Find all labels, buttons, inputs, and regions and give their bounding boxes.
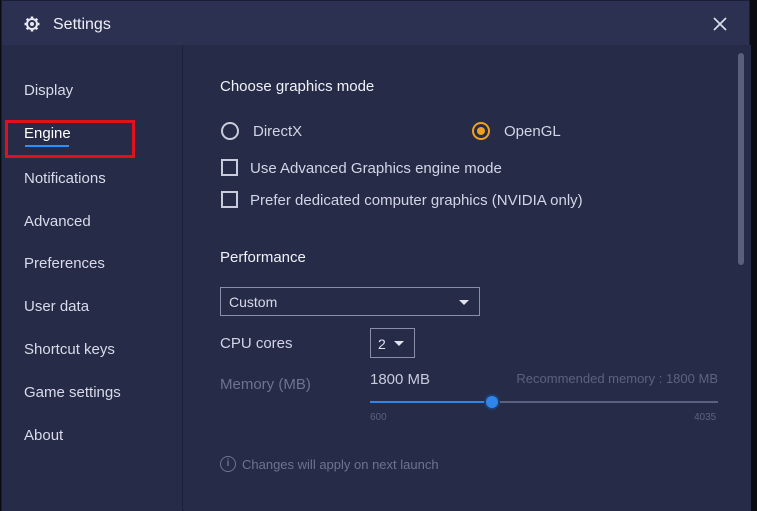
sidebar-item-preferences[interactable]: Preferences — [24, 255, 105, 272]
cpu-cores-value: 2 — [378, 336, 386, 352]
content-scrollbar[interactable] — [738, 53, 744, 265]
highlight-box — [5, 120, 135, 158]
sidebar-item-game-settings[interactable]: Game settings — [24, 384, 121, 401]
title-bar: Settings — [2, 1, 749, 45]
restart-notice: Changes will apply on next launch — [242, 457, 439, 472]
engine-settings-panel: Choose graphics mode DirectX OpenGL Use … — [184, 45, 751, 511]
performance-preset-value: Custom — [229, 294, 278, 310]
dedicated-gpu-label: Prefer dedicated computer graphics (NVID… — [250, 192, 583, 209]
recommended-memory-text: Recommended memory : 1800 MB — [516, 371, 718, 386]
performance-title: Performance — [220, 249, 306, 266]
close-icon[interactable] — [713, 17, 727, 31]
settings-sidebar: Display Engine Notifications Advanced Pr… — [2, 45, 183, 511]
chevron-down-icon — [394, 341, 404, 346]
cpu-cores-label: CPU cores — [220, 335, 293, 352]
sidebar-item-shortcut-keys[interactable]: Shortcut keys — [24, 341, 115, 358]
memory-slider-fill — [370, 401, 492, 403]
advanced-engine-checkbox[interactable] — [221, 159, 238, 176]
dedicated-gpu-checkbox[interactable] — [221, 191, 238, 208]
memory-value: 1800 MB — [370, 371, 431, 388]
gear-icon — [24, 16, 40, 32]
settings-window: Settings Display Engine Notifications Ad… — [1, 0, 751, 511]
advanced-engine-label: Use Advanced Graphics engine mode — [250, 160, 502, 177]
info-icon: i — [220, 456, 236, 472]
cpu-cores-dropdown[interactable]: 2 — [370, 328, 415, 358]
directx-label: DirectX — [253, 123, 303, 140]
performance-preset-dropdown[interactable]: Custom — [220, 287, 480, 316]
directx-radio[interactable] — [221, 122, 239, 140]
sidebar-item-about[interactable]: About — [24, 427, 63, 444]
chevron-down-icon — [459, 300, 469, 305]
memory-label: Memory (MB) — [220, 376, 311, 393]
opengl-radio[interactable] — [472, 122, 490, 140]
sidebar-item-advanced[interactable]: Advanced — [24, 213, 91, 230]
memory-slider-max: 4035 — [694, 412, 717, 423]
window-title: Settings — [53, 16, 111, 33]
opengl-label: OpenGL — [504, 123, 561, 140]
memory-slider-thumb[interactable] — [484, 394, 500, 410]
graphics-mode-title: Choose graphics mode — [220, 78, 375, 95]
sidebar-item-display[interactable]: Display — [24, 82, 73, 99]
sidebar-item-notifications[interactable]: Notifications — [24, 170, 106, 187]
sidebar-item-user-data[interactable]: User data — [24, 298, 89, 315]
memory-slider-min: 600 — [370, 412, 387, 423]
memory-slider[interactable] — [370, 394, 718, 410]
